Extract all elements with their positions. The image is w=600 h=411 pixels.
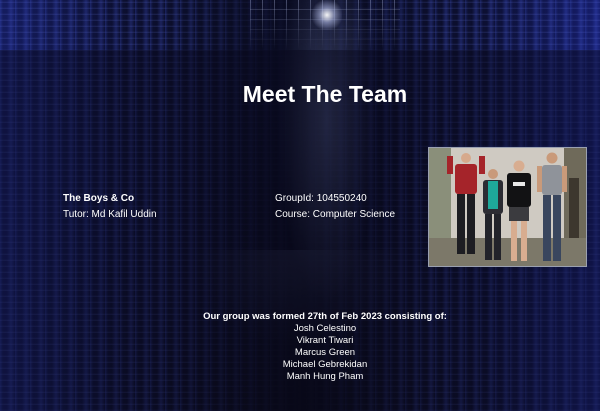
member-name: Josh Celestino xyxy=(293,323,357,334)
members-section: Our group was formed 27th of Feb 2023 co… xyxy=(0,311,600,383)
group-id: GroupId: 104550240 xyxy=(275,193,367,204)
tutor-name: Tutor: Md Kafil Uddin xyxy=(63,209,157,220)
team-name: The Boys & Co xyxy=(63,193,135,204)
members-heading: Our group was formed 27th of Feb 2023 co… xyxy=(203,311,447,322)
member-name: Marcus Green xyxy=(294,347,356,358)
team-photo xyxy=(428,147,587,267)
course-name: Course: Computer Science xyxy=(275,209,396,220)
page-title: Meet The Team xyxy=(242,81,408,107)
page-content: Meet The Team The Boys & Co Tutor: Md Ka… xyxy=(0,0,600,411)
member-name: Manh Hung Pham xyxy=(286,371,364,382)
member-name: Vikrant Tiwari xyxy=(296,335,354,346)
member-name: Michael Gebrekidan xyxy=(282,359,368,370)
